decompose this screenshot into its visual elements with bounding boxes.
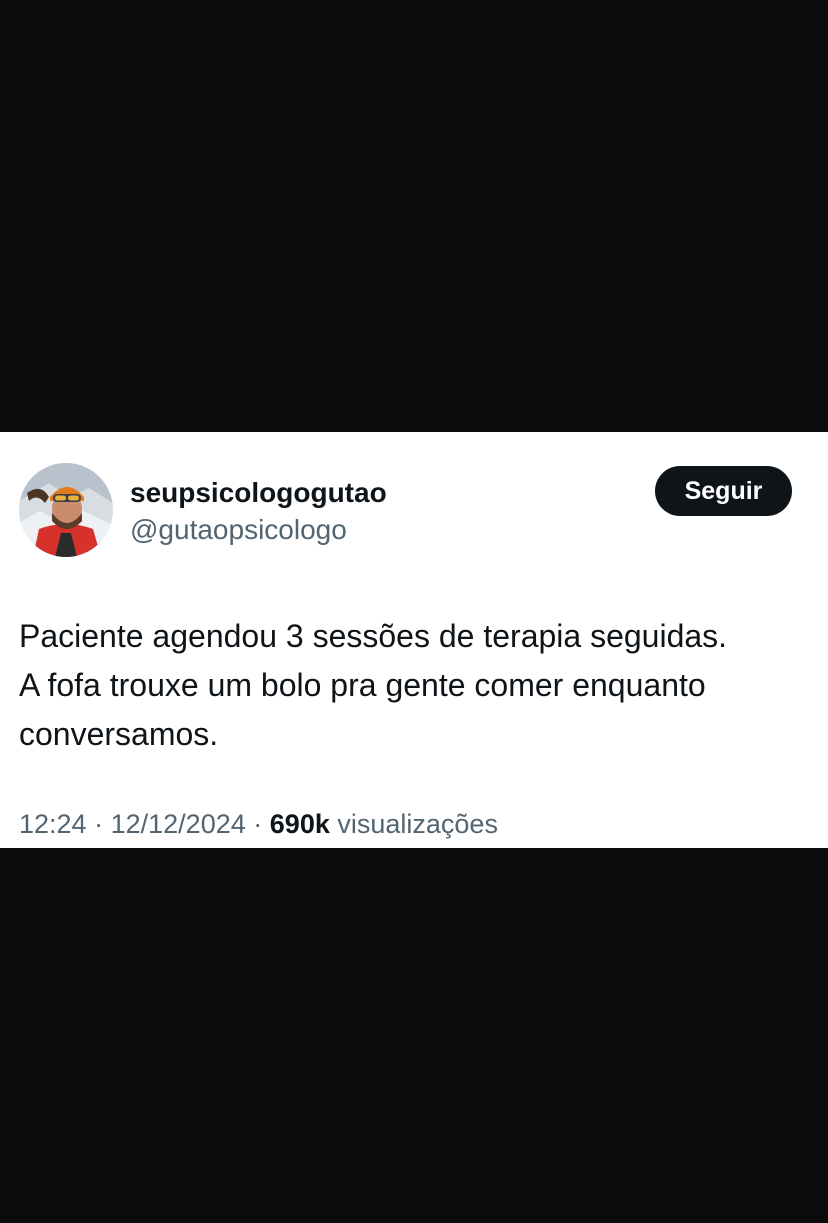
meta-separator: · bbox=[253, 809, 263, 839]
avatar-photo-icon bbox=[19, 463, 113, 557]
tweet-text-line: Paciente agendou 3 sessões de terapia se… bbox=[19, 618, 728, 654]
tweet-date[interactable]: 12/12/2024 bbox=[111, 809, 246, 839]
meta-separator: · bbox=[94, 809, 104, 839]
top-black-band bbox=[0, 0, 828, 432]
bottom-black-band bbox=[0, 848, 828, 1223]
follow-button[interactable]: Seguir bbox=[655, 466, 792, 516]
tweet-text: Paciente agendou 3 sessões de terapia se… bbox=[19, 612, 819, 759]
tweet-text-line: A fofa trouxe um bolo pra gente comer en… bbox=[19, 667, 706, 703]
tweet-time[interactable]: 12:24 bbox=[19, 809, 87, 839]
tweet-meta: 12:24 · 12/12/2024 · 690k visualizações bbox=[19, 808, 498, 840]
display-name[interactable]: seupsicologogutao bbox=[130, 477, 387, 509]
tweet-card: seupsicologogutao @gutaopsicologo Seguir… bbox=[0, 432, 828, 848]
avatar[interactable] bbox=[19, 463, 113, 557]
views-count: 690k bbox=[269, 809, 330, 839]
user-handle[interactable]: @gutaopsicologo bbox=[130, 514, 347, 546]
tweet-text-line: conversamos. bbox=[19, 716, 219, 752]
views-label: visualizações bbox=[337, 809, 498, 839]
